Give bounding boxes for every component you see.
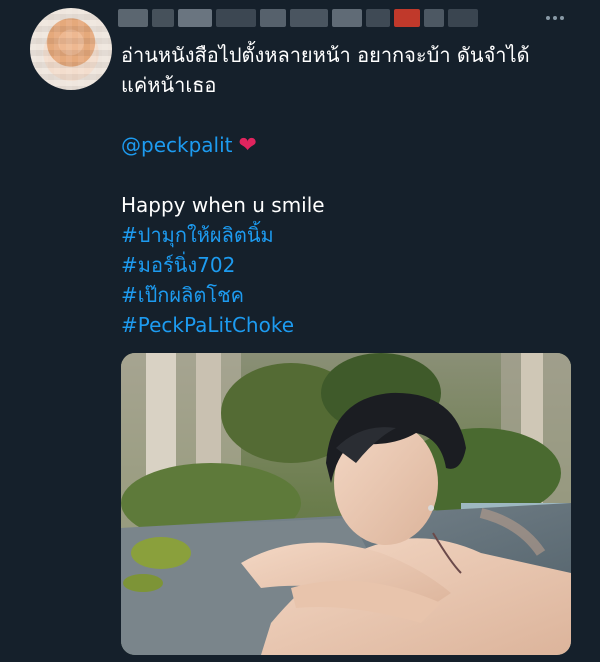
mention-link[interactable]: @peckpalit: [121, 133, 232, 157]
avatar[interactable]: [30, 8, 112, 90]
hashtag-link[interactable]: #เป๊กผลิตโชค: [121, 280, 581, 310]
hashtag-link[interactable]: #ปามุกให้ผลิตนิ้ม: [121, 220, 581, 250]
avatar-pixelation: [30, 8, 112, 90]
author-name-blurred[interactable]: [118, 6, 498, 30]
photo-illustration: [121, 353, 571, 655]
tweet-card[interactable]: อ่านหนังสือไปตั้งหลายหน้า อยากจะบ้า ดันจ…: [0, 0, 600, 662]
tweet-photo[interactable]: [121, 353, 571, 655]
mention-line: @peckpalit ❤: [121, 130, 581, 160]
tweet-line-2: แค่หน้าเธอ: [121, 73, 217, 97]
heart-emoji: ❤: [238, 133, 257, 158]
hashtag-link[interactable]: #PeckPaLitChoke: [121, 310, 581, 340]
tweet-line-1: อ่านหนังสือไปตั้งหลายหน้า อยากจะบ้า ดันจ…: [121, 43, 530, 67]
tweet-text: อ่านหนังสือไปตั้งหลายหน้า อยากจะบ้า ดันจ…: [121, 40, 581, 340]
caption: Happy when u smile: [121, 193, 325, 217]
hashtag-link[interactable]: #มอร์นิ่ง702: [121, 250, 581, 280]
more-options-icon[interactable]: [543, 12, 567, 24]
